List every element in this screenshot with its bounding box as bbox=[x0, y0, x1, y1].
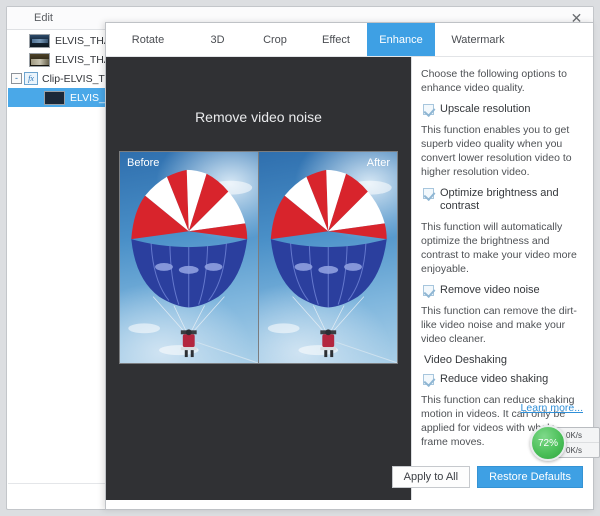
network-speed-widget[interactable]: 0K/s 0K/s 72% bbox=[530, 425, 600, 461]
tab-bar: Rotate 3D Crop Effect Enhance Watermark bbox=[106, 23, 593, 57]
dialog-body: Remove video noise Before bbox=[106, 57, 593, 500]
option-upscale-resolution[interactable]: Upscale resolution bbox=[421, 103, 584, 116]
option-description-brightness: This function will automatically optimiz… bbox=[421, 220, 584, 276]
checkbox-optimize-brightness-contrast[interactable] bbox=[423, 188, 434, 199]
video-thumbnail-icon bbox=[44, 91, 65, 105]
option-reduce-video-shaking[interactable]: Reduce video shaking bbox=[421, 373, 584, 386]
dialog-action-row: Apply to All Restore Defaults bbox=[392, 466, 583, 488]
tree-item-label: Clip-ELVIS_TH... bbox=[42, 73, 112, 85]
option-description-noise: This function can remove the dirt-like v… bbox=[421, 304, 584, 346]
tab-rotate[interactable]: Rotate bbox=[106, 23, 190, 56]
preview-pane: Remove video noise Before bbox=[106, 57, 411, 500]
tab-enhance[interactable]: Enhance bbox=[367, 23, 435, 56]
video-thumbnail-icon bbox=[29, 34, 50, 48]
fx-icon: fx bbox=[24, 72, 38, 85]
option-remove-video-noise[interactable]: Remove video noise bbox=[421, 284, 584, 297]
window-title: Edit bbox=[34, 12, 53, 24]
parasail-image bbox=[259, 152, 398, 363]
after-preview: After bbox=[259, 152, 398, 363]
before-label: Before bbox=[127, 157, 159, 169]
parasail-image bbox=[120, 152, 258, 363]
section-heading-deshaking: Video Deshaking bbox=[424, 354, 584, 366]
upload-speed-value: 0K/s bbox=[566, 431, 582, 440]
before-preview: Before bbox=[120, 152, 259, 363]
option-label: Upscale resolution bbox=[440, 103, 531, 116]
video-thumbnail-icon bbox=[29, 53, 50, 67]
preview-title: Remove video noise bbox=[106, 109, 411, 125]
progress-indicator[interactable]: 72% bbox=[530, 425, 566, 461]
tree-item-2[interactable]: - fx Clip-ELVIS_TH... bbox=[8, 69, 112, 88]
option-optimize-brightness-contrast[interactable]: Optimize brightness and contrast bbox=[421, 187, 584, 213]
apply-to-all-button[interactable]: Apply to All bbox=[392, 466, 470, 488]
enhance-dialog: Rotate 3D Crop Effect Enhance Watermark … bbox=[105, 22, 594, 510]
tab-watermark[interactable]: Watermark bbox=[435, 23, 521, 56]
tree-item-1[interactable]: ELVIS_THATS_ bbox=[8, 50, 112, 69]
tab-3d[interactable]: 3D bbox=[190, 23, 245, 56]
tree-item-label: ELVIS_THATS_ bbox=[55, 54, 112, 66]
option-description-upscale: This function enables you to get superb … bbox=[421, 123, 584, 179]
download-speed-value: 0K/s bbox=[566, 446, 582, 455]
restore-defaults-button[interactable]: Restore Defaults bbox=[477, 466, 583, 488]
tab-crop[interactable]: Crop bbox=[245, 23, 305, 56]
options-intro-text: Choose the following options to enhance … bbox=[421, 67, 584, 95]
option-label: Optimize brightness and contrast bbox=[440, 187, 584, 213]
option-label: Remove video noise bbox=[440, 284, 540, 297]
desktop-backdrop: Edit ✕ ELVIS_THATS_ ELVIS_THATS_ - fx Cl… bbox=[0, 0, 600, 516]
tree-item-label: ELVIS_THATS_ bbox=[55, 35, 112, 47]
before-after-comparison: Before bbox=[119, 151, 398, 364]
tree-item-3[interactable]: ELVIS_TH... bbox=[8, 88, 112, 107]
option-label: Reduce video shaking bbox=[440, 373, 548, 386]
checkbox-upscale-resolution[interactable] bbox=[423, 104, 434, 115]
checkbox-reduce-video-shaking[interactable] bbox=[423, 374, 434, 385]
after-label: After bbox=[367, 157, 390, 169]
learn-more-link[interactable]: Learn more... bbox=[521, 402, 583, 414]
media-tree-panel[interactable]: ELVIS_THATS_ ELVIS_THATS_ - fx Clip-ELVI… bbox=[8, 31, 112, 486]
tab-effect[interactable]: Effect bbox=[305, 23, 367, 56]
tree-item-0[interactable]: ELVIS_THATS_ bbox=[8, 31, 112, 50]
collapse-expander-icon[interactable]: - bbox=[11, 73, 22, 84]
checkbox-remove-video-noise[interactable] bbox=[423, 285, 434, 296]
